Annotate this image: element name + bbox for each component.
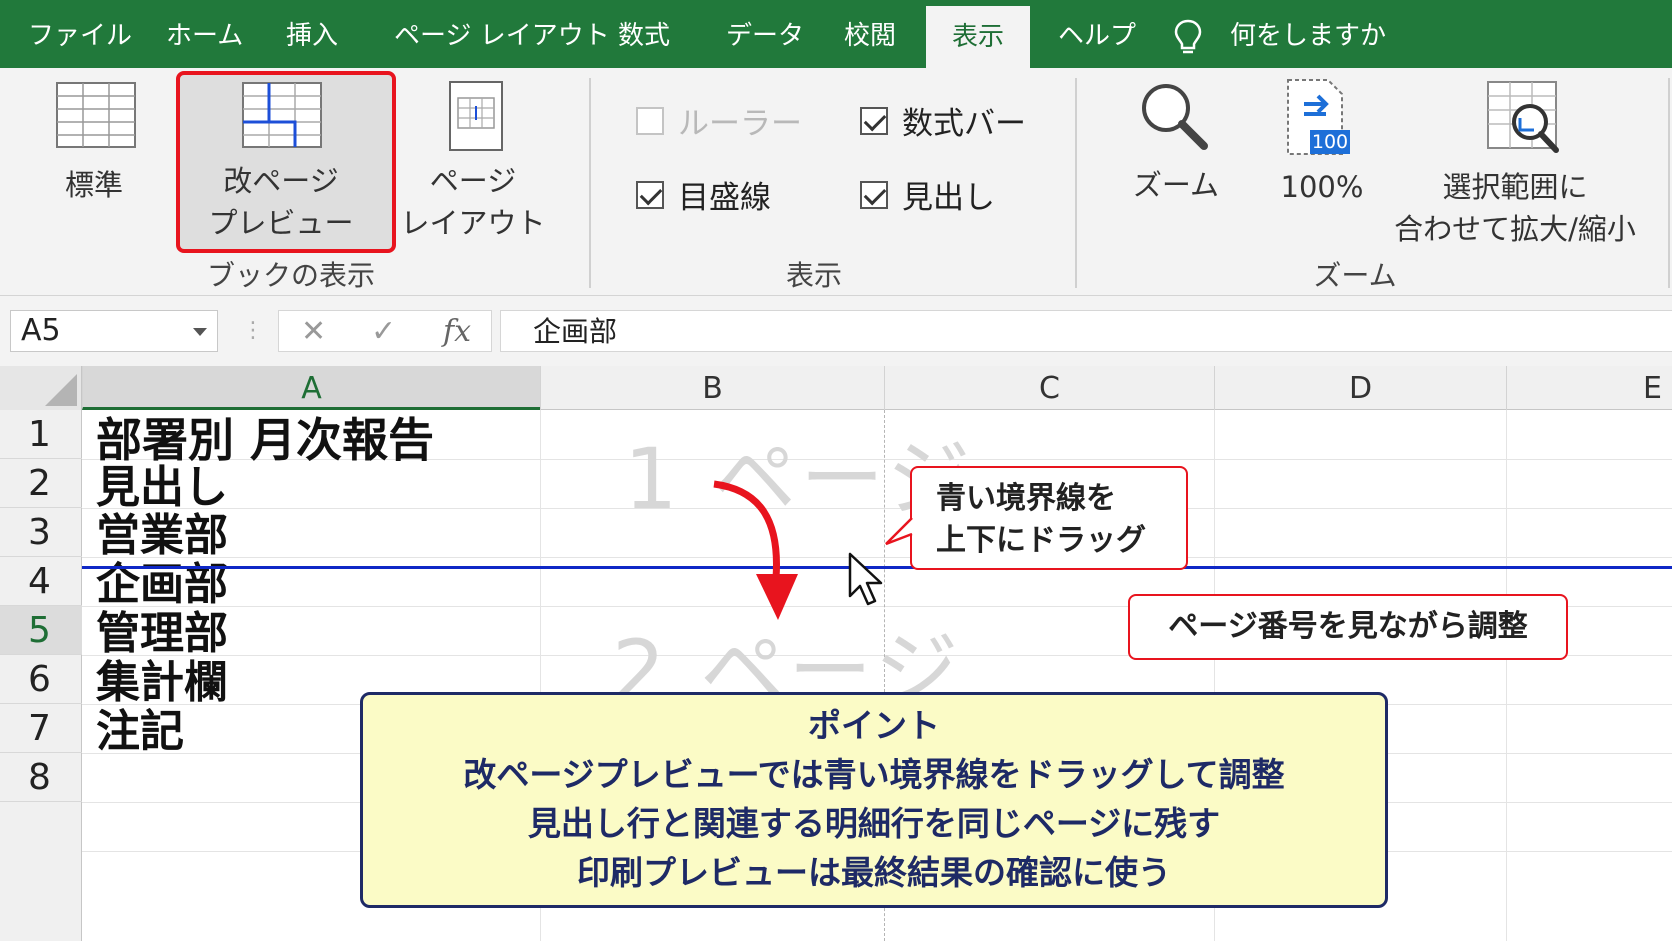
- drag-arrow-icon: [713, 480, 798, 620]
- page-break-preview-icon: [242, 82, 322, 148]
- drag-callout: 青い境界線を 上下にドラッグ: [910, 466, 1188, 570]
- row-header-7[interactable]: 7: [0, 704, 82, 753]
- drag-callout-line-2: 上下にドラッグ: [936, 523, 1146, 558]
- ribbon: 標準 改ページ プレビュー ページ レイアウト ブックの表示 ルーラー 数式バー…: [0, 68, 1672, 296]
- tab-formulas[interactable]: 数式: [618, 0, 670, 68]
- point-line-1: 改ページプレビューでは青い境界線をドラッグして調整: [463, 755, 1285, 794]
- cell-a5[interactable]: 管理部: [96, 610, 228, 658]
- point-summary-box: ポイント 改ページプレビューでは青い境界線をドラッグして調整 見出し行と関連する…: [360, 692, 1388, 908]
- insert-function-icon[interactable]: fx: [443, 311, 471, 353]
- column-header-e[interactable]: E: [1506, 366, 1672, 410]
- tab-file[interactable]: ファイル: [28, 0, 132, 68]
- formula-bar-label: 数式バー: [902, 106, 1026, 142]
- zoom-button[interactable]: ズーム: [1120, 164, 1232, 206]
- gridlines-checkbox[interactable]: 目盛線: [636, 172, 771, 217]
- ribbon-separator: [1075, 78, 1077, 288]
- gridline: [1506, 410, 1507, 941]
- show-group-label: 表示: [785, 259, 842, 292]
- headings-label: 見出し: [902, 180, 995, 216]
- menu-bar: ファイル ホーム 挿入 ページ レイアウト 数式 データ 校閲 表示 ヘルプ 何…: [0, 0, 1672, 68]
- lightbulb-icon: [1174, 19, 1202, 54]
- formula-bar-checkbox[interactable]: 数式バー: [860, 98, 1026, 143]
- headings-checkbox[interactable]: 見出し: [860, 172, 995, 217]
- name-box[interactable]: A5: [10, 310, 218, 352]
- mouse-cursor-icon: [848, 552, 883, 606]
- zoom-to-selection-label-2[interactable]: 合わせて拡大/縮小: [1380, 208, 1650, 250]
- column-header-row: A B C D E: [0, 366, 1672, 410]
- enter-icon[interactable]: ✓: [371, 311, 396, 353]
- chevron-down-icon[interactable]: [193, 328, 207, 336]
- select-all-button[interactable]: [0, 366, 82, 410]
- row-header-1[interactable]: 1: [0, 410, 82, 459]
- gridlines-checkbox-box: [636, 180, 664, 209]
- select-all-icon: [45, 374, 77, 406]
- ruler-checkbox[interactable]: ルーラー: [636, 98, 802, 143]
- point-title: ポイント: [808, 706, 940, 745]
- row-header-4[interactable]: 4: [0, 557, 82, 606]
- tab-page-layout[interactable]: ページ レイアウト: [394, 0, 610, 68]
- row-header-5[interactable]: 5: [0, 606, 82, 655]
- row-header-8[interactable]: 8: [0, 753, 82, 802]
- grip-icon[interactable]: ⋮: [242, 314, 264, 348]
- formula-buttons: ✕ ✓ fx: [278, 310, 492, 352]
- cell-a1[interactable]: 部署別 月次報告: [96, 416, 434, 464]
- tab-view[interactable]: 表示: [926, 6, 1030, 68]
- tab-review[interactable]: 校閲: [844, 0, 896, 68]
- formula-bar: A5 ⋮ ✕ ✓ fx 企画部: [0, 296, 1672, 366]
- row-header-3[interactable]: 3: [0, 508, 82, 557]
- column-header-d[interactable]: D: [1214, 366, 1506, 410]
- cell-a7[interactable]: 注記: [96, 708, 184, 756]
- page-number-callout: ページ番号を見ながら調整: [1128, 594, 1568, 660]
- zoom-to-selection-icon: [1487, 81, 1559, 153]
- ruler-checkbox-box: [636, 106, 664, 135]
- ruler-label: ルーラー: [678, 106, 802, 142]
- ribbon-separator: [589, 78, 591, 288]
- tab-help[interactable]: ヘルプ: [1058, 0, 1136, 68]
- tab-insert[interactable]: 挿入: [286, 0, 338, 68]
- gridlines-label: 目盛線: [678, 180, 771, 216]
- cell-a3[interactable]: 営業部: [96, 512, 228, 560]
- ribbon-separator: [1668, 78, 1670, 288]
- magnifier-icon: [1142, 84, 1208, 150]
- cell-a6[interactable]: 集計欄: [96, 659, 228, 707]
- drag-callout-line-1: 青い境界線を: [936, 481, 1116, 516]
- page-layout-label-2[interactable]: レイアウト: [398, 202, 548, 244]
- normal-view-icon: [56, 82, 136, 148]
- page-layout-label-1[interactable]: ページ: [398, 160, 548, 202]
- callout-pointer: [885, 517, 914, 546]
- zoom-100-button[interactable]: 100%: [1268, 166, 1376, 208]
- normal-view-button[interactable]: 標準: [44, 164, 144, 206]
- zoom-group-label: ズーム: [1313, 259, 1397, 292]
- tell-me-search[interactable]: 何をしますか: [1230, 0, 1386, 68]
- name-box-value: A5: [21, 313, 61, 348]
- cancel-icon[interactable]: ✕: [301, 311, 326, 353]
- headings-checkbox-box: [860, 180, 888, 209]
- tab-home[interactable]: ホーム: [166, 0, 243, 68]
- row-header-column: 1 2 3 4 5 6 7 8: [0, 410, 82, 941]
- zoom-100-badge: 100: [1311, 131, 1349, 153]
- cell-a2[interactable]: 見出し: [96, 464, 228, 512]
- page-break-preview-label-2[interactable]: プレビュー: [196, 202, 366, 244]
- formula-input[interactable]: 企画部: [500, 310, 1672, 352]
- zoom-to-selection-label-1[interactable]: 選択範囲に: [1380, 166, 1650, 208]
- page-layout-icon: [449, 81, 503, 151]
- column-header-a[interactable]: A: [82, 366, 540, 410]
- column-header-b[interactable]: B: [540, 366, 884, 410]
- page-break-preview-label-1[interactable]: 改ページ: [196, 160, 366, 202]
- tab-data[interactable]: データ: [726, 0, 804, 68]
- row-header-2[interactable]: 2: [0, 459, 82, 508]
- point-line-2: 見出し行と関連する明細行を同じページに残す: [527, 804, 1221, 843]
- column-header-c[interactable]: C: [884, 366, 1214, 410]
- book-view-group-label: ブックの表示: [206, 259, 375, 292]
- formula-bar-checkbox-box: [860, 106, 888, 135]
- row-header-6[interactable]: 6: [0, 655, 82, 704]
- point-line-3: 印刷プレビューは最終結果の確認に使う: [577, 853, 1171, 892]
